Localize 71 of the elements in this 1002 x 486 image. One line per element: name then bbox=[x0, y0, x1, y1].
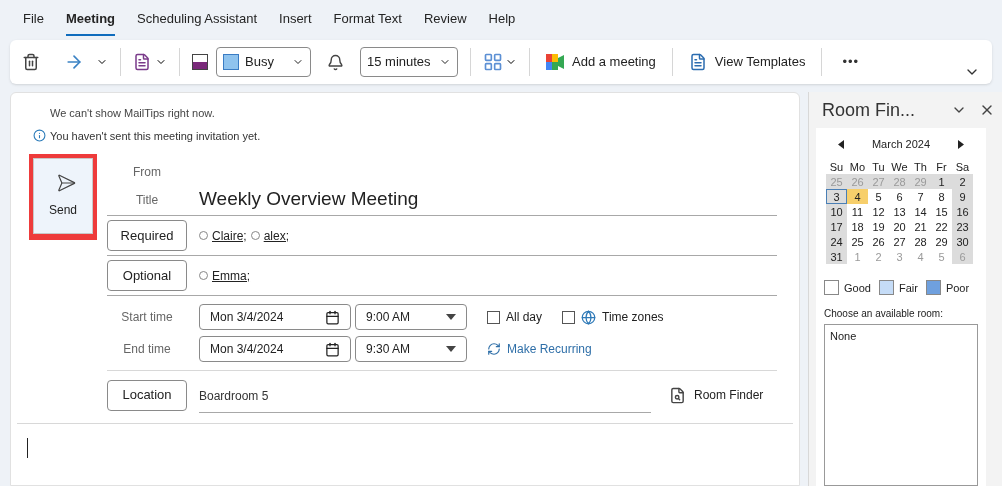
send-button[interactable]: Send bbox=[33, 158, 93, 234]
info-icon bbox=[33, 129, 46, 143]
globe-icon bbox=[581, 309, 597, 325]
legend-label: Fair bbox=[898, 280, 918, 296]
mailtips-notice: We can't show MailTips right now. bbox=[50, 106, 216, 121]
title-label: Title bbox=[134, 191, 160, 209]
menu-tab[interactable]: Help bbox=[488, 8, 516, 36]
attendee-name[interactable]: Emma; bbox=[212, 266, 250, 285]
all-day-checkbox[interactable] bbox=[487, 310, 500, 324]
month-label: March 2024 bbox=[871, 137, 931, 152]
caret-icon bbox=[446, 346, 456, 352]
previous-month-icon[interactable] bbox=[838, 139, 844, 149]
required-button[interactable]: Required bbox=[107, 220, 187, 251]
room-finder-button[interactable]: Room Finder bbox=[669, 386, 764, 404]
date-field[interactable]: Mon 3/4/2024 bbox=[199, 336, 351, 362]
make-recurring-link[interactable]: Make Recurring bbox=[487, 340, 592, 358]
menu-tab[interactable]: Insert bbox=[279, 8, 312, 36]
legend-label: Poor bbox=[945, 280, 970, 296]
from-label: From bbox=[132, 164, 162, 181]
reminder-dropdown[interactable]: 15 minutes bbox=[360, 47, 458, 77]
video-icon bbox=[546, 54, 564, 70]
next-month-icon[interactable] bbox=[958, 139, 964, 149]
text-cursor bbox=[27, 438, 28, 458]
menu-tab[interactable]: Review bbox=[423, 8, 467, 36]
location-button[interactable]: Location bbox=[107, 379, 187, 411]
invitation-notice: You haven't sent this meeting invitation yet. bbox=[50, 128, 261, 144]
weekday-label: Fr bbox=[935, 159, 948, 174]
end-time-label: End time bbox=[122, 341, 172, 358]
weekday-label: Th bbox=[913, 159, 928, 174]
location-field[interactable]: Boardroom 5 bbox=[199, 377, 651, 413]
calendar-icon[interactable] bbox=[325, 309, 340, 325]
calendar-day[interactable]: 2 bbox=[952, 173, 973, 189]
weekday-label: Mo bbox=[848, 159, 867, 174]
menu-tab[interactable]: Scheduling Assistant bbox=[137, 8, 258, 36]
time-zones-checkbox[interactable] bbox=[562, 310, 576, 324]
all-day-label: All day bbox=[506, 309, 543, 326]
caret-icon bbox=[446, 314, 456, 320]
response-icon[interactable] bbox=[133, 53, 151, 71]
weekday-label: Su bbox=[828, 159, 845, 174]
time-field[interactable]: 9:30 AM bbox=[355, 336, 467, 362]
menu-tab[interactable]: File bbox=[23, 8, 44, 36]
room-finder-icon bbox=[669, 386, 686, 404]
legend-label: Good bbox=[844, 280, 871, 296]
weekday-label: Tu bbox=[871, 159, 886, 174]
time-zones-label: Time zones bbox=[602, 309, 664, 326]
weekday-label: We bbox=[890, 159, 909, 174]
start-time-label: Start time bbox=[120, 309, 174, 326]
menu-tab[interactable]: Format Text bbox=[333, 8, 402, 36]
calendar-day[interactable]: 1 bbox=[931, 173, 952, 189]
room-prompt: Choose an available room: bbox=[824, 307, 944, 321]
recurring-icon bbox=[487, 342, 501, 356]
categorize-icon[interactable] bbox=[483, 52, 503, 72]
optional-button[interactable]: Optional bbox=[107, 260, 187, 291]
template-icon bbox=[688, 53, 707, 71]
calendar-icon[interactable] bbox=[325, 341, 340, 357]
category-color-icon[interactable] bbox=[192, 54, 208, 70]
panel-title: Room Fin... bbox=[822, 98, 916, 122]
attendee-name[interactable]: Claire; bbox=[212, 226, 247, 245]
view-templates-button[interactable]: View Templates bbox=[684, 52, 810, 72]
delete-icon[interactable] bbox=[22, 53, 40, 71]
show-as-dropdown[interactable]: Busy bbox=[216, 47, 311, 77]
weekday-label: Sa bbox=[954, 159, 971, 174]
menu-tab[interactable]: Meeting bbox=[65, 8, 116, 36]
reminder-icon bbox=[327, 53, 344, 71]
add-meeting-button[interactable]: Add a meeting bbox=[542, 52, 660, 72]
more-button[interactable]: ••• bbox=[834, 52, 868, 72]
title-field[interactable]: Weekly Overview Meeting bbox=[199, 185, 419, 214]
room-option[interactable]: None bbox=[830, 328, 972, 345]
date-field[interactable]: Mon 3/4/2024 bbox=[199, 304, 351, 330]
time-field[interactable]: 9:00 AM bbox=[355, 304, 467, 330]
attendee-name[interactable]: alex; bbox=[263, 226, 290, 245]
